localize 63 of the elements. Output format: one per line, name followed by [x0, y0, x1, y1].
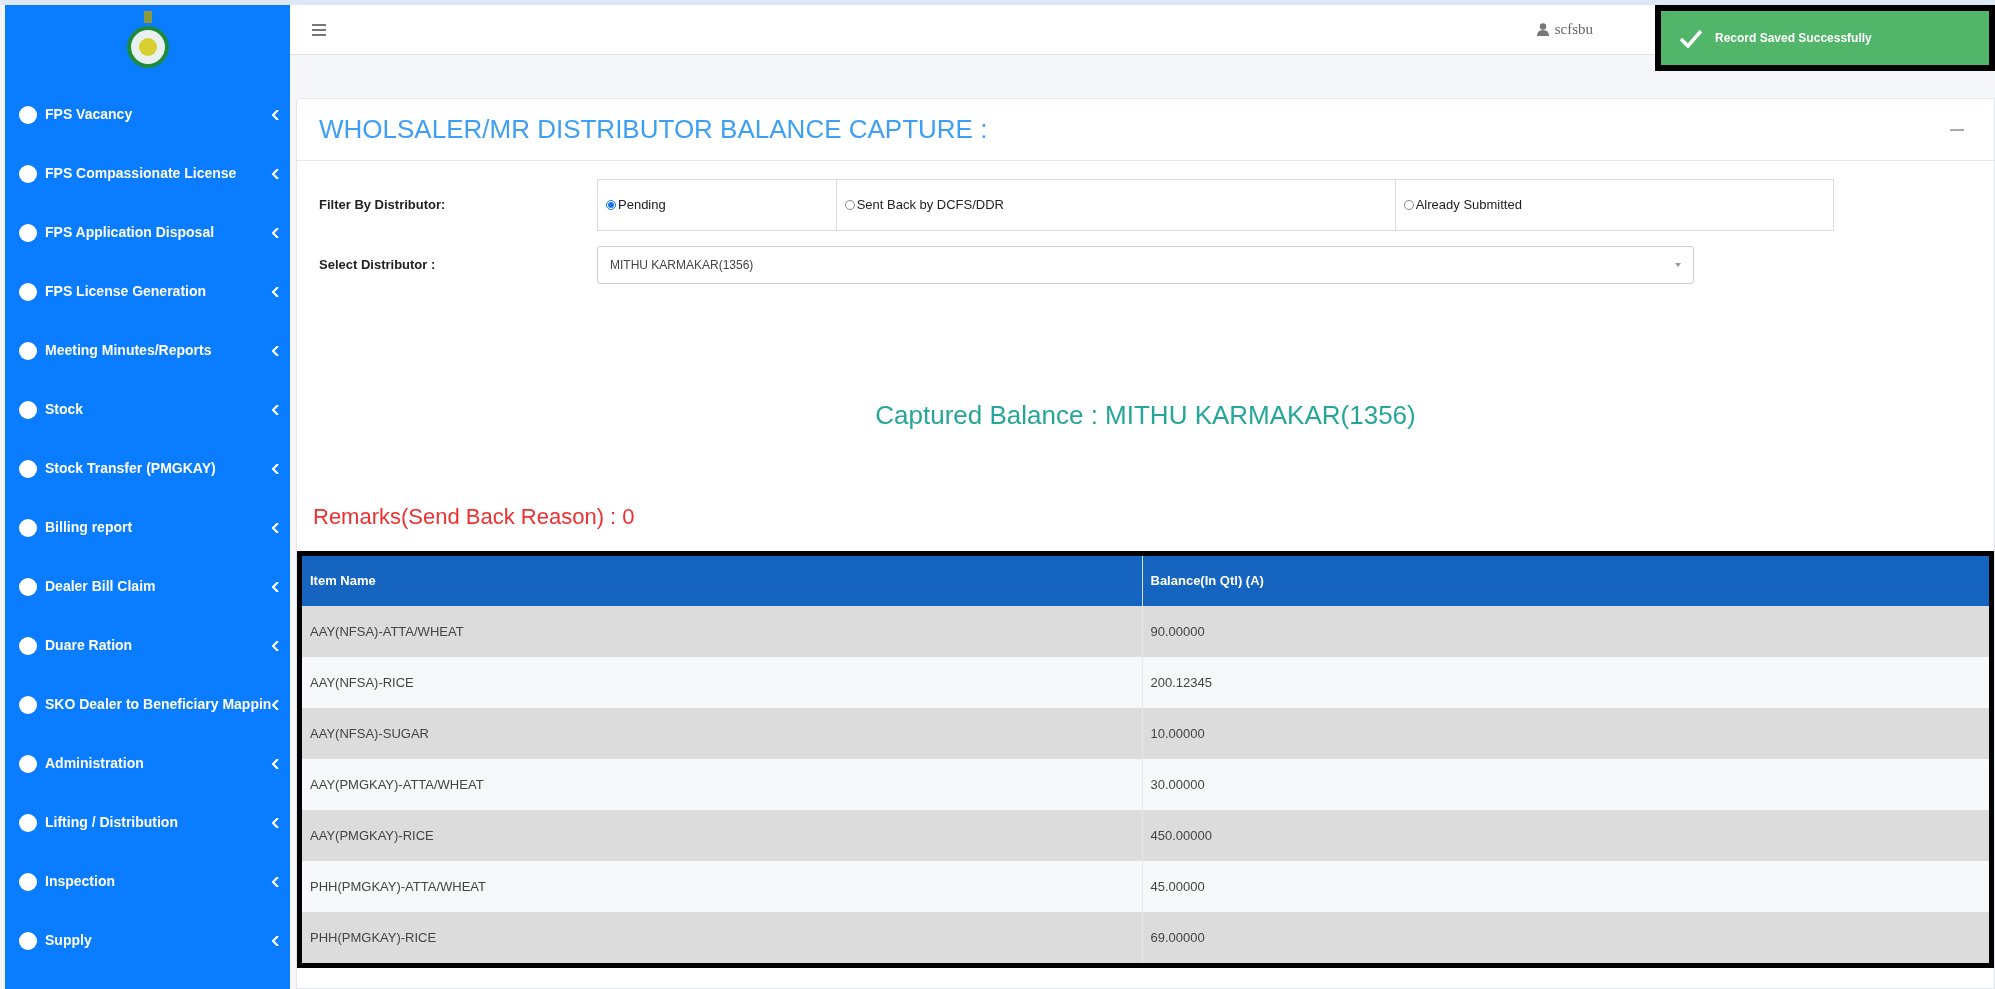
chevron-left-icon — [272, 817, 280, 828]
sidebar-item[interactable]: Lifting / Distribution — [5, 793, 290, 852]
chevron-left-icon — [272, 109, 280, 120]
sidebar-item[interactable]: SKO Dealer to Beneficiary Mappin — [5, 675, 290, 734]
chevron-left-icon — [272, 345, 280, 356]
sidebar-item[interactable]: FPS Compassionate License — [5, 144, 290, 203]
card-title: WHOLSALER/MR DISTRIBUTOR BALANCE CAPTURE : — [319, 113, 988, 146]
table-cell: 45.00000 — [1142, 861, 1989, 912]
sidebar-item[interactable]: Inspection — [5, 852, 290, 911]
sidebar-item[interactable]: Dealer Bill Claim — [5, 557, 290, 616]
distributor-select[interactable]: MITHU KARMAKAR(1356) — [597, 246, 1694, 284]
user-name[interactable]: scfsbu — [1554, 18, 1593, 41]
chevron-left-icon — [272, 463, 280, 474]
field-label: Select Distributor : — [319, 256, 437, 275]
menu-icon[interactable] — [312, 23, 326, 36]
sidebar-item[interactable]: Stock — [5, 380, 290, 439]
chevron-left-icon — [272, 699, 280, 710]
chevron-left-icon — [272, 404, 280, 415]
collapse-icon[interactable] — [1950, 128, 1964, 131]
chevron-left-icon — [272, 286, 280, 297]
radio-option[interactable]: Already Submitted — [1394, 180, 1833, 230]
chevron-left-icon — [272, 168, 280, 179]
field-label: Filter By Distributor: — [319, 196, 447, 215]
sidebar-item[interactable]: FPS License Generation — [5, 262, 290, 321]
radio-option[interactable]: Pending — [598, 180, 836, 230]
dropdown-caret-icon — [1675, 263, 1681, 267]
sidebar-item[interactable]: FPS Vacancy — [5, 85, 290, 144]
chevron-left-icon — [272, 935, 280, 946]
chevron-left-icon — [272, 876, 280, 887]
sidebar-item[interactable]: Stock Transfer (PMGKAY) — [5, 439, 290, 498]
sidebar-item[interactable]: Supply — [5, 911, 290, 970]
remarks-text: Remarks(Send Back Reason) : 0 — [313, 504, 635, 529]
sidebar-item[interactable]: FPS Application Disposal — [5, 203, 290, 262]
column-header: Item Name — [302, 556, 1142, 606]
table-cell: AAY(PMGKAY)-RICE — [302, 810, 1142, 861]
table-cell: 450.00000 — [1142, 810, 1989, 861]
table-cell: 10.00000 — [1142, 708, 1989, 759]
table-cell: 69.00000 — [1142, 912, 1989, 963]
check-icon — [1679, 28, 1703, 48]
table-cell: 200.12345 — [1142, 657, 1989, 708]
toast-message: Record Saved Successfully — [1715, 30, 1872, 47]
table-cell: 90.00000 — [1142, 606, 1989, 657]
user-icon — [1536, 23, 1549, 36]
sidebar-item[interactable]: Duare Ration — [5, 616, 290, 675]
table-cell: PHH(PMGKAY)-ATTA/WHEAT — [302, 861, 1142, 912]
chevron-left-icon — [272, 640, 280, 651]
table-cell: 30.00000 — [1142, 759, 1989, 810]
chevron-left-icon — [272, 522, 280, 533]
radio-option[interactable]: Sent Back by DCFS/DDR — [835, 180, 1395, 230]
sidebar-item[interactable]: Billing report — [5, 498, 290, 557]
table-cell: AAY(NFSA)-ATTA/WHEAT — [302, 606, 1142, 657]
chevron-left-icon — [272, 758, 280, 769]
radio-button[interactable] — [606, 200, 616, 210]
table-cell: PHH(PMGKAY)-RICE — [302, 912, 1142, 963]
column-header: Balance(In Qtl) (A) — [1142, 556, 1989, 606]
table-cell: AAY(NFSA)-RICE — [302, 657, 1142, 708]
chevron-left-icon — [272, 581, 280, 592]
sidebar-item[interactable]: Meeting Minutes/Reports — [5, 321, 290, 380]
sidebar-item[interactable]: Administration — [5, 734, 290, 793]
captured-balance-heading: Captured Balance : MITHU KARMAKAR(1356) — [875, 399, 1416, 432]
chevron-left-icon — [272, 227, 280, 238]
table-cell: AAY(NFSA)-SUGAR — [302, 708, 1142, 759]
table-cell: AAY(PMGKAY)-ATTA/WHEAT — [302, 759, 1142, 810]
